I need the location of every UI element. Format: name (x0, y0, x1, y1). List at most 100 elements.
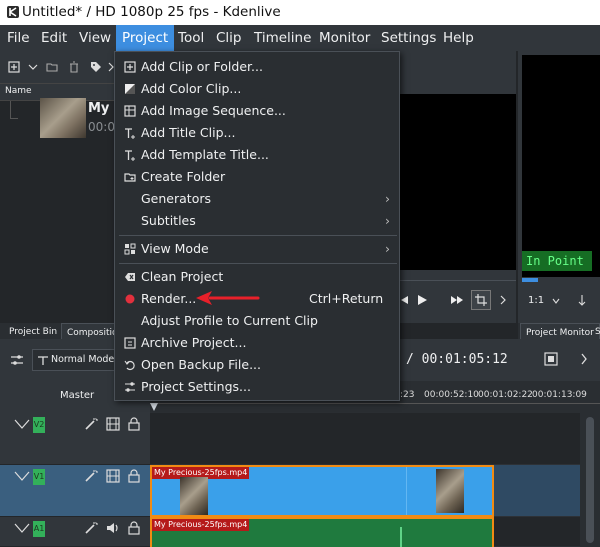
master-label[interactable]: Master (60, 390, 94, 401)
track-tag[interactable]: A1 (33, 521, 45, 537)
track-lane-v2[interactable] (150, 413, 580, 465)
track-header-a1[interactable]: A1 (0, 517, 150, 547)
track-tag[interactable]: V1 (33, 469, 45, 485)
clean-icon (125, 273, 135, 281)
menu-clip[interactable]: Clip (211, 25, 247, 51)
clip-monitor-screen[interactable] (398, 94, 516, 270)
chevron-down-icon[interactable] (552, 298, 560, 304)
menu-project[interactable]: Project (116, 25, 175, 51)
normal-mode-icon (38, 356, 48, 365)
edit-mode-dropdown[interactable]: Normal Mode (32, 349, 116, 371)
track-tag[interactable]: V2 (33, 417, 45, 433)
menu-item-label: Add Template Title... (141, 147, 269, 162)
project-monitor-screen[interactable] (522, 55, 600, 277)
add-clip-icon (124, 61, 136, 73)
effects-wand-icon[interactable] (84, 521, 98, 535)
menu-settings[interactable]: Settings (376, 25, 441, 51)
color-clip-icon (125, 84, 135, 94)
menu-item-label: Render... (141, 291, 197, 306)
settings-icon (125, 382, 135, 392)
red-arrow-annotation (196, 291, 260, 305)
split-audio-icon[interactable] (576, 294, 588, 306)
archive-icon (124, 337, 136, 349)
monitor-position-marker[interactable] (522, 278, 538, 282)
track-header-v2[interactable]: V2 (0, 413, 150, 465)
menu-item-shortcut: Ctrl+Return (309, 291, 384, 306)
menu-item-label: Add Title Clip... (141, 125, 236, 140)
menu-view[interactable]: View (74, 25, 116, 51)
audio-waveform (400, 527, 402, 547)
menu-item-project-settings[interactable]: Project Settings... (116, 376, 398, 398)
menu-item-label: Add Color Clip... (141, 81, 242, 96)
playhead-marker[interactable] (150, 403, 158, 411)
speaker-icon[interactable] (106, 521, 120, 535)
menu-tool[interactable]: Tool (173, 25, 209, 51)
timeline-scrollbar[interactable] (580, 413, 600, 547)
lock-icon[interactable] (128, 521, 140, 535)
tag-icon[interactable] (90, 61, 102, 73)
menu-file[interactable]: File (2, 25, 35, 51)
submenu-arrow-icon: › (385, 191, 390, 206)
chevron-right-icon[interactable] (580, 352, 588, 366)
template-title-icon (125, 150, 135, 161)
menu-help[interactable]: Help (438, 25, 479, 51)
menu-item-label: View Mode (141, 241, 209, 256)
menu-item-create-folder[interactable]: Create Folder (116, 166, 398, 188)
play-icon[interactable] (416, 294, 428, 306)
column-name-label: Name (5, 86, 32, 96)
timeline-timecode[interactable]: / 00:01:05:12 (406, 352, 508, 367)
collapse-icon[interactable] (14, 523, 30, 533)
menu-item-add-clip[interactable]: Add Clip or Folder... (116, 56, 398, 78)
crop-button[interactable] (471, 290, 491, 310)
tree-branch (10, 101, 18, 119)
menu-item-label: Clean Project (141, 269, 224, 284)
track-header-v1[interactable]: V1 (0, 465, 150, 517)
menu-edit[interactable]: Edit (36, 25, 72, 51)
folder-icon[interactable] (46, 61, 58, 73)
add-clip-icon[interactable] (8, 61, 20, 73)
video-clip[interactable]: My Precious-25fps.mp4 (150, 465, 494, 517)
clip-monitor-ruler[interactable] (398, 280, 516, 281)
chevron-down-icon[interactable] (28, 63, 38, 71)
window-title: Untitled* / HD 1080p 25 fps - Kdenlive (22, 4, 281, 20)
menu-separator (119, 235, 397, 236)
timeline-settings-icon[interactable] (10, 354, 24, 366)
menu-item-add-image-sequence[interactable]: Add Image Sequence... (116, 100, 398, 122)
zoom-selector[interactable]: 1:1 (528, 295, 544, 306)
menu-item-label: Open Backup File... (141, 357, 261, 372)
menu-item-label: Subtitles (141, 213, 196, 228)
zoom-fit-icon[interactable] (544, 352, 558, 366)
menu-item-archive-project[interactable]: Archive Project... (116, 332, 398, 354)
lock-icon[interactable] (128, 469, 140, 483)
submenu-arrow-icon: › (385, 213, 390, 228)
audio-clip[interactable]: My Precious-25fps.mp4 (150, 517, 494, 547)
clip-thumbnail[interactable] (40, 98, 86, 138)
menu-monitor[interactable]: Monitor (314, 25, 375, 51)
fast-forward-icon[interactable] (450, 294, 464, 306)
menu-item-generators[interactable]: Generators › (116, 188, 398, 210)
menu-bar: File Edit View Project Tool Clip Timelin… (0, 25, 600, 51)
effects-wand-icon[interactable] (84, 469, 98, 483)
scrollbar-thumb[interactable] (586, 417, 594, 543)
menu-item-add-color-clip[interactable]: Add Color Clip... (116, 78, 398, 100)
effects-wand-icon[interactable] (84, 417, 98, 431)
chevron-right-icon[interactable] (499, 294, 507, 306)
menu-separator (119, 263, 397, 264)
project-menu-dropdown: Add Clip or Folder... Add Color Clip... … (114, 51, 400, 401)
delete-icon[interactable] (68, 61, 80, 73)
menu-timeline[interactable]: Timeline (249, 25, 316, 51)
collapse-icon[interactable] (14, 471, 30, 481)
menu-item-open-backup[interactable]: Open Backup File... (116, 354, 398, 376)
view-mode-icon (124, 243, 136, 255)
menu-item-adjust-profile[interactable]: Adjust Profile to Current Clip (116, 310, 398, 332)
menu-item-add-template-title[interactable]: Add Template Title... (116, 144, 398, 166)
collapse-icon[interactable] (14, 419, 30, 429)
clip-thumbnail (436, 469, 464, 513)
menu-item-view-mode[interactable]: View Mode › (116, 238, 398, 260)
film-icon[interactable] (106, 417, 120, 431)
film-icon[interactable] (106, 469, 120, 483)
menu-item-add-title-clip[interactable]: Add Title Clip... (116, 122, 398, 144)
menu-item-clean-project[interactable]: Clean Project (116, 266, 398, 288)
menu-item-subtitles[interactable]: Subtitles › (116, 210, 398, 232)
lock-icon[interactable] (128, 417, 140, 431)
